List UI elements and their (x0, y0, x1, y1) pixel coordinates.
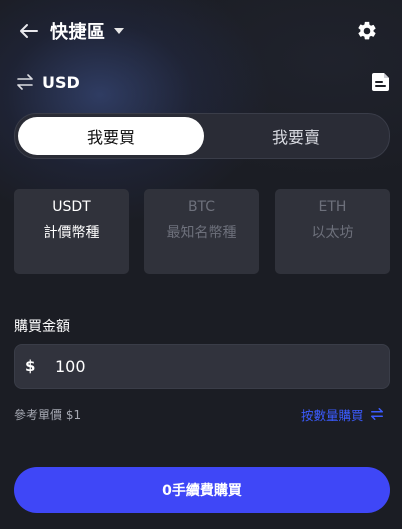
coin-symbol: ETH (318, 199, 347, 215)
swap-arrows-icon (17, 74, 33, 90)
currency-switch[interactable]: USD (16, 70, 80, 94)
coin-name: 最知名幣種 (166, 225, 237, 241)
title-dropdown[interactable]: 快捷區 (50, 18, 124, 44)
coin-card-usdt[interactable]: USDT 計價幣種 (14, 189, 129, 274)
amount-field: $ (14, 344, 390, 389)
settings-button[interactable] (354, 18, 380, 44)
tab-sell[interactable]: 我要賣 (203, 117, 389, 155)
back-button[interactable] (16, 18, 42, 44)
currency-symbol: $ (25, 357, 36, 375)
buy-by-quantity-link[interactable]: 按數量購買 (301, 404, 384, 424)
coin-symbol: USDT (52, 199, 91, 215)
arrow-left-icon (20, 24, 38, 38)
currency-code: USD (42, 72, 80, 92)
buy-sell-toggle: 我要買 我要賣 (14, 113, 390, 159)
currency-row: USD (14, 68, 390, 96)
orders-button[interactable] (370, 71, 392, 93)
coin-symbol: BTC (187, 199, 216, 215)
submit-buy-button[interactable]: 0手續費購買 (14, 467, 390, 513)
quick-buy-screen: 快捷區 USD 我要買 我要賣 USDT 計價幣種 BTC 最知名幣種 ETH … (0, 0, 402, 529)
page-title: 快捷區 (50, 22, 106, 43)
buy-by-quantity-label: 按數量購買 (301, 407, 364, 423)
amount-input[interactable] (55, 351, 375, 381)
gear-icon (358, 21, 376, 40)
coin-name: 以太坊 (311, 225, 354, 241)
amount-label: 購買金額 (14, 319, 70, 335)
coin-name: 計價幣種 (43, 225, 100, 241)
swap-arrows-icon (370, 408, 383, 420)
coin-card-btc[interactable]: BTC 最知名幣種 (144, 189, 259, 274)
header: 快捷區 (0, 12, 402, 50)
document-icon (372, 73, 389, 91)
coin-card-eth[interactable]: ETH 以太坊 (275, 189, 390, 274)
caret-down-icon (113, 28, 124, 34)
tab-buy[interactable]: 我要買 (18, 117, 204, 155)
reference-price: 參考單價 $1 (14, 408, 82, 422)
